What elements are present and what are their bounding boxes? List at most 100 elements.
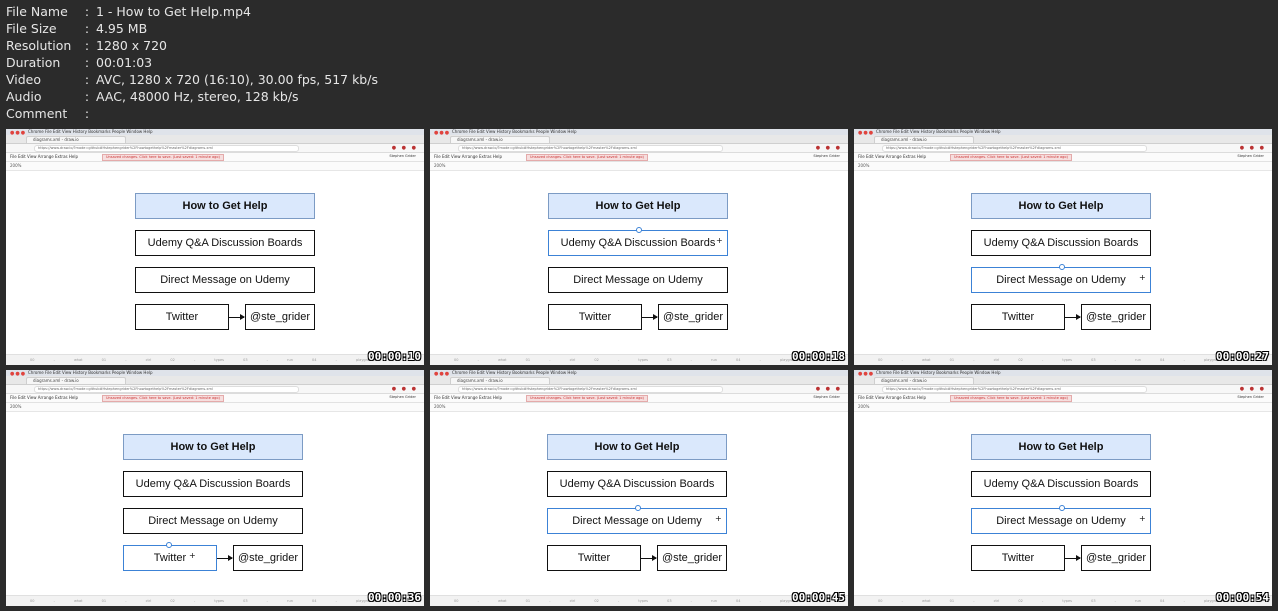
unsaved-warning[interactable]: Unsaved changes. Click here to save. (La… (102, 395, 224, 402)
video-thumbnail[interactable]: ●●● Chrome File Edit View History Bookmar… (430, 129, 848, 365)
resize-handle-icon[interactable] (1059, 505, 1065, 511)
diagram-box-box1[interactable]: Udemy Q&A Discussion Boards (971, 230, 1151, 256)
diagram-box-box4[interactable]: @ste_grider (1081, 545, 1151, 571)
diagram-box-box4[interactable]: @ste_grider (657, 545, 727, 571)
diagram-canvas[interactable]: How to Get Help Udemy Q&A Discussion Boar… (430, 171, 848, 351)
diagram-box-box4[interactable]: @ste_grider (1081, 304, 1151, 330)
diagram-box-box4[interactable]: @ste_grider (658, 304, 728, 330)
diagram-box-box3[interactable]: Twitter (971, 545, 1065, 571)
user-name: Stephen Grider (813, 395, 840, 399)
url-field[interactable]: https://www.draw.io/?mode=github#Hstephe… (458, 145, 723, 152)
diagram-box-box3[interactable]: Twitter (135, 304, 229, 330)
diagram-box-title[interactable]: How to Get Help (123, 434, 303, 460)
browser-tab[interactable]: diagrams.xml - draw.io (874, 377, 974, 384)
zoom-level[interactable]: 200% (434, 163, 445, 168)
url-field[interactable]: https://www.draw.io/?mode=github#Hstephe… (882, 145, 1147, 152)
diagram-box-box1[interactable]: Udemy Q&A Discussion Boards (548, 230, 728, 256)
drawio-menu[interactable]: File Edit View Arrange Extras Help (10, 154, 78, 159)
diagram-box-title[interactable]: How to Get Help (548, 193, 728, 219)
diagram-box-box2[interactable]: Direct Message on Udemy (548, 267, 728, 293)
diagram-canvas[interactable]: How to Get Help Udemy Q&A Discussion Boar… (854, 171, 1272, 351)
diagram-box-box3[interactable]: Twitter (123, 545, 217, 571)
page-tabs[interactable]: 00 - what 01 - ctrl 02 - types 03 - run … (878, 358, 1272, 362)
video-thumbnail[interactable]: ●●● Chrome File Edit View History Bookmar… (6, 129, 424, 365)
diagram-box-box2[interactable]: Direct Message on Udemy (123, 508, 303, 534)
diagram-box-box1[interactable]: Udemy Q&A Discussion Boards (135, 230, 315, 256)
diagram-box-title[interactable]: How to Get Help (971, 434, 1151, 460)
drawio-menu[interactable]: File Edit View Arrange Extras Help (434, 154, 502, 159)
diagram-box-box2[interactable]: Direct Message on Udemy (971, 267, 1151, 293)
page-tabs[interactable]: 00 - what 01 - ctrl 02 - types 03 - run … (30, 358, 424, 362)
url-field[interactable]: https://www.draw.io/?mode=github#Hstephe… (34, 145, 299, 152)
page-tabs[interactable]: 00 - what 01 - ctrl 02 - types 03 - run … (878, 599, 1272, 603)
connector-arrow (1065, 314, 1081, 320)
diagram-box-box1[interactable]: Udemy Q&A Discussion Boards (123, 471, 303, 497)
diagram-box-box3[interactable]: Twitter (971, 304, 1065, 330)
url-field[interactable]: https://www.draw.io/?mode=github#Hstephe… (34, 386, 299, 393)
page-tabs[interactable]: 00 - what 01 - ctrl 02 - types 03 - run … (30, 599, 424, 603)
unsaved-warning[interactable]: Unsaved changes. Click here to save. (La… (526, 395, 648, 402)
diagram-box-box2[interactable]: Direct Message on Udemy (971, 508, 1151, 534)
browser-tab[interactable]: diagrams.xml - draw.io (874, 136, 974, 143)
drawio-menu[interactable]: File Edit View Arrange Extras Help (434, 395, 502, 400)
unsaved-warning[interactable]: Unsaved changes. Click here to save. (La… (950, 395, 1072, 402)
browser-tab[interactable]: diagrams.xml - draw.io (26, 136, 126, 143)
resize-handle-icon[interactable] (1059, 264, 1065, 270)
zoom-level[interactable]: 200% (10, 404, 21, 409)
diagram-canvas[interactable]: How to Get Help Udemy Q&A Discussion Boar… (6, 171, 424, 351)
browser-tab[interactable]: diagrams.xml - draw.io (450, 377, 550, 384)
diagram-box-title[interactable]: How to Get Help (135, 193, 315, 219)
zoom-level[interactable]: 200% (858, 404, 869, 409)
diagram-canvas[interactable]: How to Get Help Udemy Q&A Discussion Boar… (854, 412, 1272, 592)
diagram-box-box2[interactable]: Direct Message on Udemy (547, 508, 727, 534)
drawio-menu[interactable]: File Edit View Arrange Extras Help (858, 395, 926, 400)
drawio-toolbar: 200% (430, 162, 848, 171)
meta-row: File Name:1 - How to Get Help.mp4 (6, 3, 378, 20)
connector-arrow (641, 555, 657, 561)
resize-handle-icon[interactable] (635, 505, 641, 511)
diagram-box-box4[interactable]: @ste_grider (233, 545, 303, 571)
browser-tab[interactable]: diagrams.xml - draw.io (26, 377, 126, 384)
meta-key: Video (6, 72, 42, 87)
chrome-menu: Chrome File Edit View History Bookmarks … (452, 129, 577, 134)
diagram-box-box4[interactable]: @ste_grider (245, 304, 315, 330)
drawio-toolbar: 200% (854, 162, 1272, 171)
meta-key: Duration (6, 55, 61, 70)
unsaved-warning[interactable]: Unsaved changes. Click here to save. (La… (950, 154, 1072, 161)
page-tabs-bar: 00 - what 01 - ctrl 02 - types 03 - run … (854, 354, 1272, 365)
video-thumbnail[interactable]: ●●● Chrome File Edit View History Bookmar… (854, 129, 1272, 365)
connector-arrow (229, 314, 245, 320)
unsaved-warning[interactable]: Unsaved changes. Click here to save. (La… (526, 154, 648, 161)
diagram-box-box3[interactable]: Twitter (548, 304, 642, 330)
meta-row: Video: AVC, 1280 x 720 (16:10), 30.00 fps… (6, 71, 378, 88)
mouse-cursor-icon: + (1139, 514, 1146, 523)
video-thumbnail[interactable]: ●●● Chrome File Edit View History Bookmar… (854, 370, 1272, 606)
diagram-box-title[interactable]: How to Get Help (547, 434, 727, 460)
diagram-box-box3[interactable]: Twitter (547, 545, 641, 571)
meta-sep: : (84, 89, 90, 104)
address-bar: https://www.draw.io/?mode=github#Hstephe… (430, 144, 848, 153)
page-tabs[interactable]: 00 - what 01 - ctrl 02 - types 03 - run … (454, 599, 848, 603)
drawio-menu[interactable]: File Edit View Arrange Extras Help (10, 395, 78, 400)
diagram-box-box2[interactable]: Direct Message on Udemy (135, 267, 315, 293)
diagram-box-title[interactable]: How to Get Help (971, 193, 1151, 219)
diagram-canvas[interactable]: How to Get Help Udemy Q&A Discussion Boar… (6, 412, 424, 592)
video-thumbnail[interactable]: ●●● Chrome File Edit View History Bookmar… (430, 370, 848, 606)
video-thumbnail[interactable]: ●●● Chrome File Edit View History Bookmar… (6, 370, 424, 606)
diagram-canvas[interactable]: How to Get Help Udemy Q&A Discussion Boar… (430, 412, 848, 592)
browser-tab[interactable]: diagrams.xml - draw.io (450, 136, 550, 143)
diagram-box-box1[interactable]: Udemy Q&A Discussion Boards (547, 471, 727, 497)
zoom-level[interactable]: 200% (858, 163, 869, 168)
page-tabs[interactable]: 00 - what 01 - ctrl 02 - types 03 - run … (454, 358, 848, 362)
drawio-menu[interactable]: File Edit View Arrange Extras Help (858, 154, 926, 159)
resize-handle-icon[interactable] (166, 542, 172, 548)
unsaved-warning[interactable]: Unsaved changes. Click here to save. (La… (102, 154, 224, 161)
url-field[interactable]: https://www.draw.io/?mode=github#Hstephe… (882, 386, 1147, 393)
browser-tab-bar: diagrams.xml - draw.io (430, 135, 848, 144)
zoom-level[interactable]: 200% (10, 163, 21, 168)
resize-handle-icon[interactable] (636, 227, 642, 233)
url-field[interactable]: https://www.draw.io/?mode=github#Hstephe… (458, 386, 723, 393)
zoom-level[interactable]: 200% (434, 404, 445, 409)
diagram-box-box1[interactable]: Udemy Q&A Discussion Boards (971, 471, 1151, 497)
page-tabs-bar: 00 - what 01 - ctrl 02 - types 03 - run … (854, 595, 1272, 606)
